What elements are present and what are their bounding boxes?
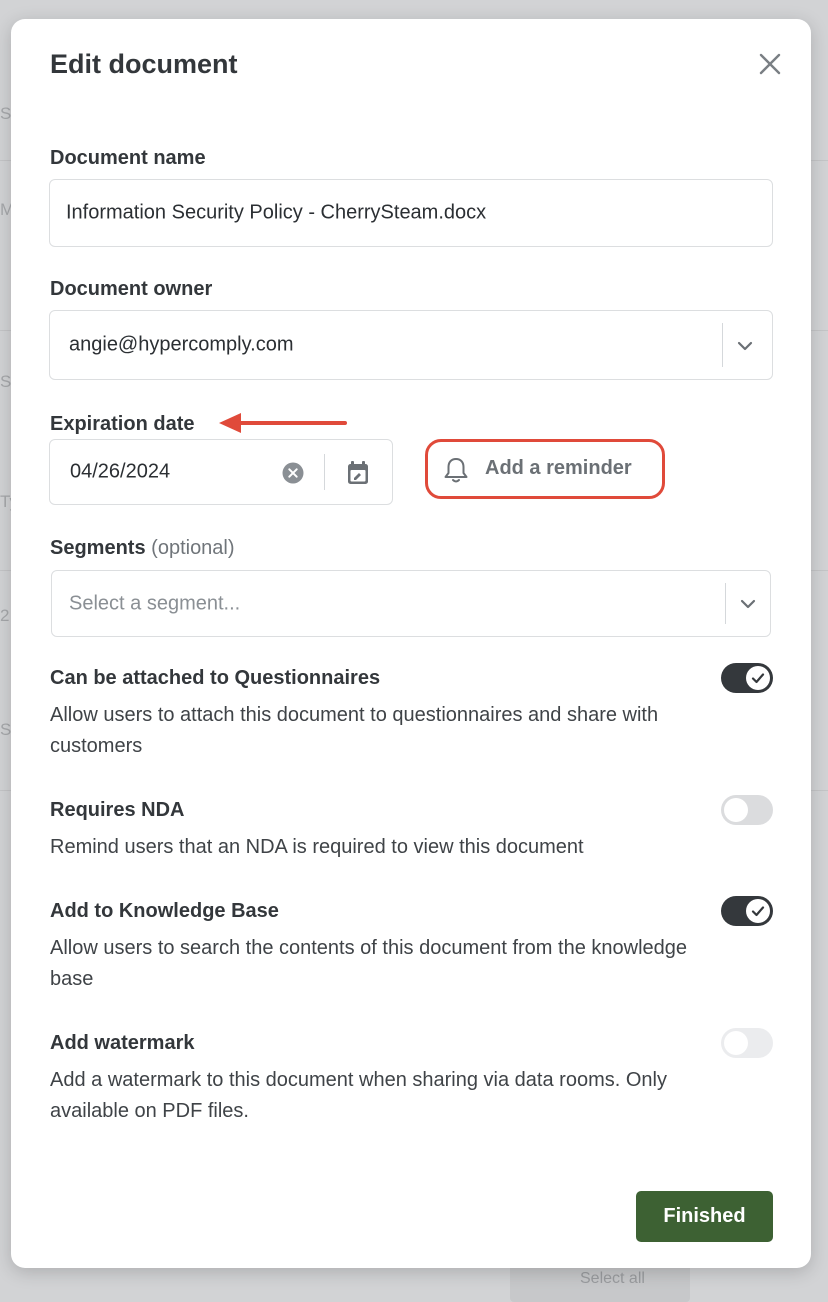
setting-desc-questionnaires: Allow users to attach this document to q… — [50, 704, 659, 757]
check-icon — [751, 906, 765, 917]
calendar-icon[interactable] — [347, 461, 369, 485]
setting-desc-watermark: Add a watermark to this document when sh… — [50, 1069, 667, 1122]
document-name-label: Document name — [50, 147, 206, 169]
document-owner-label: Document owner — [50, 278, 213, 300]
toggle-knob — [746, 899, 770, 923]
setting-title-watermark: Add watermark — [50, 1032, 195, 1054]
setting-desc-nda: Remind users that an NDA is required to … — [50, 836, 584, 858]
document-name-input[interactable]: Information Security Policy - CherryStea… — [49, 179, 773, 247]
document-name-value: Information Security Policy - CherryStea… — [66, 201, 487, 224]
toggle-knob — [746, 666, 770, 690]
select-separator — [725, 583, 726, 624]
knowledge-base-toggle[interactable] — [721, 896, 773, 926]
setting-title-nda: Requires NDA — [50, 799, 185, 821]
toggle-knob — [724, 1031, 748, 1055]
bg-fragment: 2 — [0, 606, 10, 625]
expiration-date-label: Expiration date — [50, 413, 195, 435]
chevron-down-icon[interactable] — [739, 595, 757, 613]
edit-document-modal: Edit document Document name Information … — [11, 19, 811, 1268]
questionnaires-toggle[interactable] — [721, 663, 773, 693]
check-icon — [751, 673, 765, 684]
segments-label-text: Segments — [50, 537, 146, 559]
bell-icon — [444, 458, 468, 483]
setting-desc-knowledge-base: Allow users to search the contents of th… — [50, 937, 688, 990]
date-separator — [324, 454, 325, 490]
document-owner-value: angie@hypercomply.com — [69, 333, 294, 356]
clear-icon[interactable] — [282, 462, 304, 484]
chevron-down-icon[interactable] — [736, 337, 754, 355]
segments-placeholder: Select a segment... — [69, 592, 241, 614]
expiration-date-input[interactable]: 04/26/2024 — [49, 439, 393, 505]
setting-title-questionnaires: Can be attached to Questionnaires — [50, 667, 381, 689]
watermark-toggle[interactable] — [721, 1028, 773, 1058]
bg-select-all-button: Select all — [510, 1262, 690, 1302]
segments-optional-text: (optional) — [151, 537, 235, 559]
annotation-arrow-icon — [219, 413, 347, 433]
segments-select[interactable]: Select a segment... — [51, 570, 771, 637]
select-separator — [722, 323, 723, 367]
requires-nda-toggle[interactable] — [721, 795, 773, 825]
segments-label: Segments (optional) — [50, 537, 235, 560]
close-icon — [759, 53, 781, 75]
close-button[interactable] — [753, 47, 787, 81]
add-reminder-label: Add a reminder — [485, 457, 632, 479]
toggle-knob — [724, 798, 748, 822]
expiration-date-value: 04/26/2024 — [70, 460, 171, 483]
add-reminder-button[interactable]: Add a reminder — [425, 439, 665, 499]
modal-title: Edit document — [50, 49, 238, 79]
setting-title-knowledge-base: Add to Knowledge Base — [50, 900, 279, 922]
finished-button[interactable]: Finished — [636, 1191, 773, 1242]
document-owner-select[interactable]: angie@hypercomply.com — [49, 310, 773, 380]
